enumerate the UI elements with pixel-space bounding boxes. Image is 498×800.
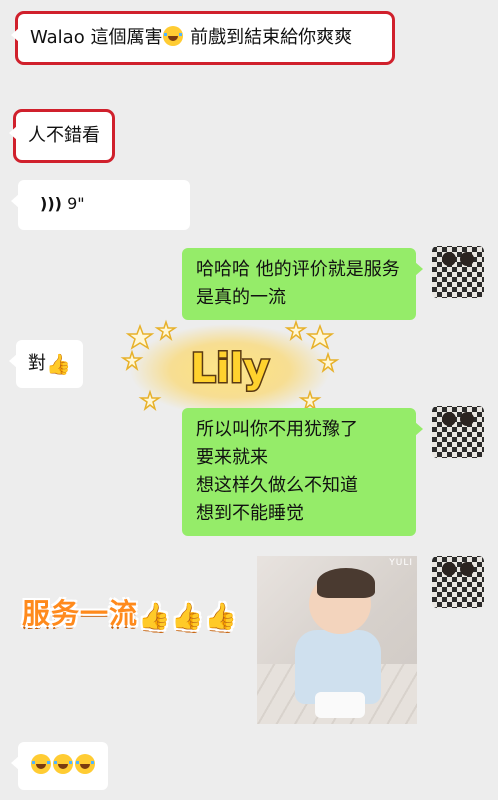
laughing-tears-emoji-icon (163, 26, 184, 46)
photo-diaper (315, 692, 365, 718)
outgoing-message-2[interactable]: 所以叫你不用犹豫了 要来就来 想这样久做么不知道 想到不能睡觉 (182, 408, 423, 536)
laughing-tears-emoji-icon (53, 754, 73, 774)
lily-text: Lily (191, 346, 270, 392)
message-text: 人不錯看 (28, 125, 100, 146)
laughing-tears-emoji-icon (31, 754, 51, 774)
thumbs-up-emoji-icon: 👍 (46, 352, 71, 376)
message-text: 對 (28, 353, 46, 374)
incoming-message-3[interactable]: 對👍 (9, 340, 83, 388)
voice-duration: 9" (67, 194, 85, 213)
message-text: 哈哈哈 他的评价就是服务是真的一流 (196, 259, 400, 308)
thumbs-up-emoji-icon: 👍 (171, 602, 205, 632)
incoming-message-1[interactable]: Walao 這個厲害 前戲到結束給你爽爽 (11, 11, 395, 65)
message-line: 所以叫你不用犹豫了 (196, 419, 358, 440)
message-line: 要来就来 (196, 447, 268, 468)
thumbs-up-emoji-icon: 👍 (138, 602, 172, 632)
message-text-cont: 前戲到結束給你爽爽 (184, 27, 353, 48)
message-line: 想这样久做么不知道 (196, 475, 358, 496)
photo-hair (317, 568, 375, 598)
avatar[interactable] (432, 246, 484, 298)
outgoing-message-1[interactable]: 哈哈哈 他的评价就是服务是真的一流 (182, 248, 423, 320)
lily-sticker[interactable]: Lily (120, 318, 340, 418)
photo-message[interactable]: YULI (257, 556, 417, 724)
thumbs-up-emoji-icon: 👍 (204, 602, 239, 632)
service-caption-sticker[interactable]: 服务一流👍👍👍 (22, 592, 238, 632)
voice-icon: ))) (40, 194, 62, 213)
caption-text: 服务一流 (22, 597, 139, 630)
avatar[interactable] (432, 556, 484, 608)
photo-watermark: YULI (389, 558, 413, 568)
incoming-message-4[interactable] (11, 742, 108, 790)
message-line: 想到不能睡觉 (196, 503, 304, 524)
voice-message[interactable]: ))) 9" (11, 180, 190, 230)
avatar[interactable] (432, 406, 484, 458)
message-text: Walao 這個厲害 (30, 27, 163, 48)
incoming-message-2[interactable]: 人不錯看 (9, 109, 115, 163)
laughing-tears-emoji-icon (75, 754, 95, 774)
